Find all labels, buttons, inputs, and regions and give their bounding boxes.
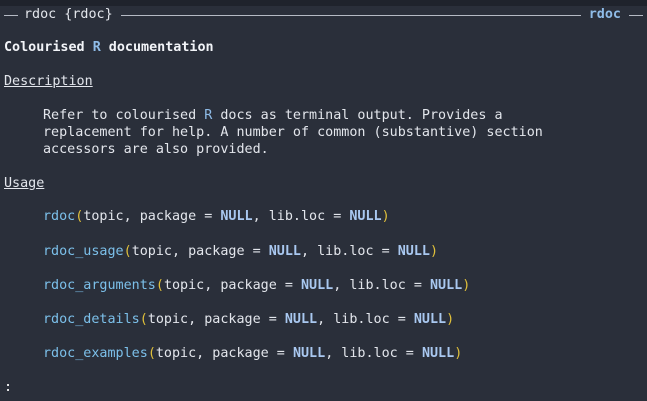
function-name: rdoc_arguments [43, 278, 156, 293]
args-text: topic, package = [83, 209, 221, 224]
title-prefix: Colourised [4, 40, 93, 55]
args-text: topic, package = [131, 244, 269, 259]
title-suffix: documentation [100, 40, 214, 55]
description-line-3: accessors are also provided. [43, 142, 269, 157]
title-highlight: R [92, 40, 101, 55]
description-line-2: replacement for help. A number of common… [43, 125, 543, 140]
null-keyword: NULL [268, 244, 301, 259]
header-rule-start [4, 14, 18, 16]
function-name: rdoc [43, 209, 76, 224]
description-line1-suffix: docs as terminal output. Provides a [212, 108, 503, 123]
open-paren: ( [123, 244, 132, 259]
close-paren: ) [381, 209, 390, 224]
args-text: topic, package = [147, 312, 285, 327]
description-line1-prefix: Refer to colourised [43, 108, 205, 123]
terminal-window: rdoc {rdoc} rdoc Colourised R documentat… [0, 0, 647, 401]
header-package-label: rdoc [588, 7, 621, 22]
help-header: rdoc {rdoc} rdoc [0, 5, 647, 25]
args-text: , lib.loc = [301, 244, 398, 259]
open-paren: ( [147, 346, 156, 361]
usage-heading: Usage [4, 176, 45, 191]
args-text: , lib.loc = [317, 312, 414, 327]
null-keyword: NULL [397, 244, 430, 259]
null-keyword: NULL [413, 312, 447, 327]
close-paren: ) [454, 346, 463, 361]
null-keyword: NULL [430, 278, 463, 293]
function-name: rdoc_examples [43, 346, 148, 361]
null-keyword: NULL [292, 346, 326, 361]
usage-item: rdoc_arguments(topic, package = NULL, li… [43, 277, 470, 295]
function-name: rdoc_details [43, 312, 140, 327]
description-heading: Description [4, 74, 93, 89]
page-title: Colourised R documentation [4, 39, 214, 57]
null-keyword: NULL [220, 209, 253, 224]
args-text: , lib.loc = [333, 278, 430, 293]
open-paren: ( [139, 312, 148, 327]
usage-item: rdoc_examples(topic, package = NULL, lib… [43, 345, 462, 363]
close-paren: ) [446, 312, 455, 327]
pager-prompt[interactable]: : [4, 379, 12, 397]
header-topic-label: rdoc {rdoc} [24, 7, 113, 22]
args-text: topic, package = [155, 346, 293, 361]
usage-item: rdoc(topic, package = NULL, lib.loc = NU… [43, 208, 390, 226]
close-paren: ) [430, 244, 439, 259]
args-text: , lib.loc = [252, 209, 350, 224]
null-keyword: NULL [421, 346, 455, 361]
args-text: , lib.loc = [325, 346, 422, 361]
description-line-1: Refer to colourised R docs as terminal o… [43, 107, 503, 125]
null-keyword: NULL [349, 209, 382, 224]
null-keyword: NULL [301, 278, 334, 293]
header-rule-end [629, 14, 643, 16]
usage-item: rdoc_usage(topic, package = NULL, lib.lo… [43, 243, 438, 261]
args-text: topic, package = [163, 278, 301, 293]
close-paren: ) [462, 278, 471, 293]
open-paren: ( [155, 278, 164, 293]
null-keyword: NULL [284, 312, 318, 327]
header-rule [120, 14, 581, 16]
function-name: rdoc_usage [43, 244, 124, 259]
usage-item: rdoc_details(topic, package = NULL, lib.… [43, 311, 454, 329]
